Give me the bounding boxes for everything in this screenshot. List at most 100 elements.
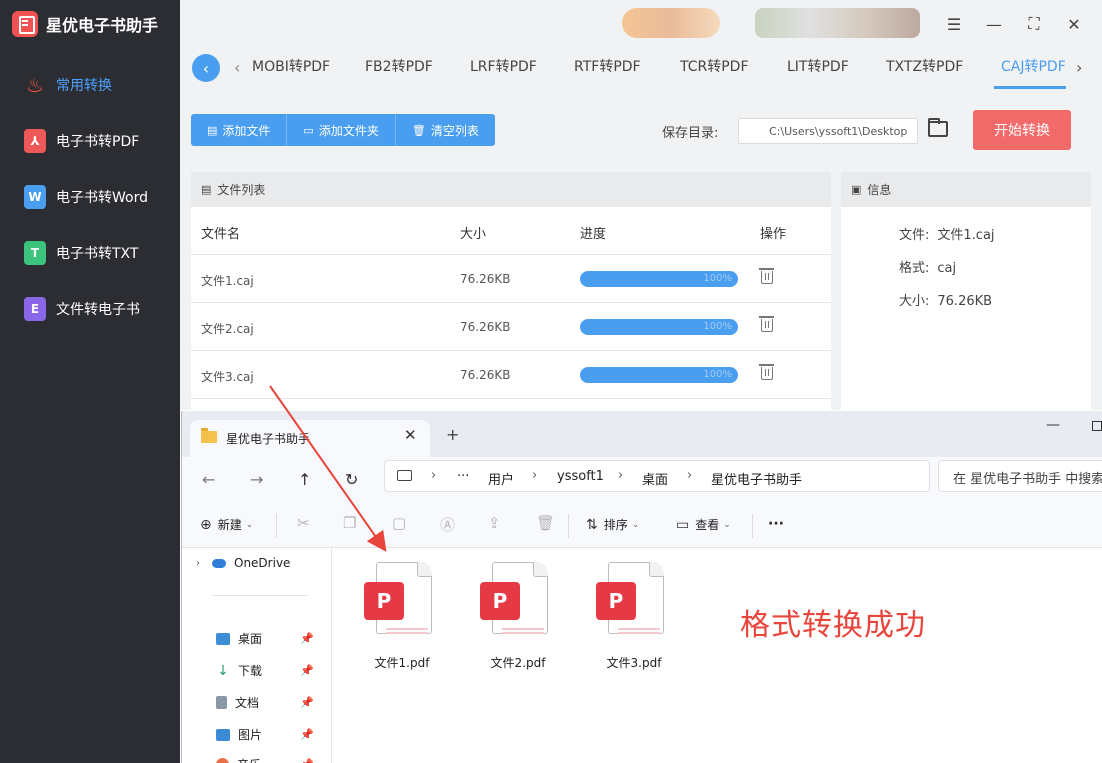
copy-icon[interactable]: ❐ xyxy=(343,514,356,532)
address-bar[interactable]: › ··· 用户 › yssoft1 › 桌面 › 星优电子书助手 xyxy=(384,460,930,492)
forward-arrow-icon[interactable]: → xyxy=(250,470,263,489)
pdf-file-item[interactable]: P 文件1.pdf xyxy=(352,562,442,672)
more-options-button[interactable]: ··· xyxy=(768,516,784,532)
nav-onedrive[interactable]: › OneDrive xyxy=(196,556,290,570)
pdf-file-item[interactable]: P 文件3.pdf xyxy=(584,562,674,672)
tab-txtz-to-pdf[interactable]: TXTZ转PDF xyxy=(886,56,963,76)
start-convert-button[interactable]: 开始转换 xyxy=(973,110,1071,150)
file-name: 文件2.caj xyxy=(201,322,254,336)
sidebar-item-ebook-to-pdf[interactable]: ⅄ 电子书转PDF xyxy=(0,119,180,163)
tab-caj-to-pdf[interactable]: CAJ转PDF xyxy=(1001,56,1066,76)
pin-icon[interactable]: 📌 xyxy=(300,664,314,677)
delete-row-icon[interactable] xyxy=(759,268,774,284)
close-tab-icon[interactable]: ✕ xyxy=(404,426,417,444)
paste-icon[interactable]: ▢ xyxy=(392,514,406,532)
ellipsis-icon[interactable]: ··· xyxy=(457,469,469,484)
table-row[interactable]: 文件1.caj 76.26KB 100% xyxy=(191,255,831,303)
explorer-minimize-button[interactable]: — xyxy=(1046,417,1060,433)
sort-button[interactable]: ⇅ 排序 ⌄ xyxy=(586,516,639,533)
refresh-icon[interactable]: ↻ xyxy=(345,470,358,489)
chevron-right-icon: › xyxy=(532,468,538,483)
add-file-button[interactable]: ▤ 添加文件 xyxy=(191,114,288,146)
rename-icon[interactable]: Ⓐ xyxy=(440,514,455,535)
progress-label: 100% xyxy=(703,321,732,332)
sidebar-item-label: 电子书转TXT xyxy=(56,246,139,262)
user-avatar-blurred[interactable] xyxy=(622,8,720,38)
breadcrumb-user[interactable]: yssoft1 xyxy=(557,469,604,484)
table-header: 文件名 大小 进度 操作 xyxy=(191,207,831,255)
up-arrow-icon[interactable]: ↑ xyxy=(298,470,311,489)
clear-list-button[interactable]: 🗑 清空列表 xyxy=(395,114,495,146)
fullscreen-button[interactable]: ⛶ xyxy=(1022,12,1046,36)
table-row[interactable]: 文件3.caj 76.26KB 100% xyxy=(191,351,831,399)
tab-lrf-to-pdf[interactable]: LRF转PDF xyxy=(470,56,537,76)
pin-icon[interactable]: 📌 xyxy=(300,632,314,645)
tabs-prev-icon[interactable]: ‹ xyxy=(234,58,240,77)
tabs-next-icon[interactable]: › xyxy=(1076,58,1082,77)
pin-icon[interactable]: 📌 xyxy=(300,696,314,709)
tab-tcr-to-pdf[interactable]: TCR转PDF xyxy=(680,56,749,76)
tab-mobi-to-pdf[interactable]: MOBI转PDF xyxy=(252,56,330,76)
delete-icon[interactable]: 🗑 xyxy=(536,514,555,532)
tab-fb2-to-pdf[interactable]: FB2转PDF xyxy=(365,56,433,76)
title-bar: ☰ — ⛶ ✕ xyxy=(180,0,1102,50)
explorer-search-input[interactable]: 在 星优电子书助手 中搜索 xyxy=(938,460,1102,492)
pdf-file-item[interactable]: P 文件2.pdf xyxy=(468,562,558,672)
info-file-label: 文件: xyxy=(899,228,930,243)
sort-label: 排序 xyxy=(603,518,628,532)
pdf-lines xyxy=(502,628,544,630)
explorer-maximize-button[interactable] xyxy=(1092,421,1102,431)
info-size-label: 大小: xyxy=(899,294,930,309)
nav-label: 下载 xyxy=(238,664,263,678)
back-arrow-icon[interactable]: ← xyxy=(202,470,215,489)
info-size-value: 76.26KB xyxy=(937,294,993,309)
sidebar-item-ebook-to-word[interactable]: W 电子书转Word xyxy=(0,175,180,219)
chevron-down-icon: ⌄ xyxy=(245,519,254,530)
sidebar-item-file-to-ebook[interactable]: E 文件转电子书 xyxy=(0,287,180,331)
sidebar-item-ebook-to-txt[interactable]: T 电子书转TXT xyxy=(0,231,180,275)
nav-documents[interactable]: 文档 xyxy=(216,694,259,711)
breadcrumb-users[interactable]: 用户 xyxy=(488,469,514,488)
add-folder-button[interactable]: ▭ 添加文件夹 xyxy=(287,114,396,146)
settings-sliders-icon[interactable]: ☰ xyxy=(942,12,966,36)
pdf-lines xyxy=(618,628,660,630)
nav-downloads[interactable]: ↓ 下载 xyxy=(216,662,262,679)
tab-lit-to-pdf[interactable]: LIT转PDF xyxy=(787,56,849,76)
tab-rtf-to-pdf[interactable]: RTF转PDF xyxy=(574,56,641,76)
share-icon[interactable]: ⇪ xyxy=(488,514,501,532)
explorer-tab[interactable]: 星优电子书助手 ✕ xyxy=(190,420,430,457)
view-button[interactable]: ▭ 查看 ⌄ xyxy=(676,516,731,533)
nav-pictures[interactable]: 图片 xyxy=(216,726,262,743)
delete-row-icon[interactable] xyxy=(759,316,774,332)
info-file-value: 文件1.caj xyxy=(937,228,995,243)
file-size: 76.26KB xyxy=(460,320,511,334)
chevron-right-icon: › xyxy=(618,468,624,483)
user-info-blurred[interactable] xyxy=(755,8,920,38)
table-row[interactable]: 文件2.caj 76.26KB 100% xyxy=(191,303,831,351)
nav-music[interactable]: 音乐 xyxy=(216,756,261,763)
app-brand: 星优电子书助手 xyxy=(12,10,158,38)
breadcrumb-folder[interactable]: 星优电子书助手 xyxy=(711,469,802,488)
clear-list-label: 清空列表 xyxy=(430,123,479,138)
nav-label: OneDrive xyxy=(234,556,291,570)
tabs-scroll-area: MOBI转PDF FB2转PDF LRF转PDF RTF转PDF TCR转PDF… xyxy=(252,50,1072,90)
info-format-value: caj xyxy=(937,261,957,276)
close-button[interactable]: ✕ xyxy=(1062,12,1086,36)
delete-row-icon[interactable] xyxy=(759,364,774,380)
explorer-nav-pane: › OneDrive 桌面 📌 ↓ 下载 📌 文档 📌 图片 📌 音乐 📌 xyxy=(182,548,332,763)
new-label: 新建 xyxy=(217,518,242,532)
new-button[interactable]: ⊕ 新建 ⌄ xyxy=(200,516,253,533)
back-button[interactable]: ‹ xyxy=(192,54,220,82)
folder-browse-icon[interactable] xyxy=(928,118,948,137)
save-dir-input[interactable]: C:\Users\yssoft1\Desktop xyxy=(738,118,918,144)
sidebar-item-common[interactable]: ♨ 常用转换 xyxy=(0,63,180,107)
progress-label: 100% xyxy=(703,273,732,284)
minimize-button[interactable]: — xyxy=(982,12,1006,36)
nav-desktop[interactable]: 桌面 xyxy=(216,630,262,647)
cut-icon[interactable]: ✂ xyxy=(297,514,310,532)
col-name: 文件名 xyxy=(201,227,241,242)
pin-icon[interactable]: 📌 xyxy=(300,758,314,763)
pin-icon[interactable]: 📌 xyxy=(300,728,314,741)
breadcrumb-desktop[interactable]: 桌面 xyxy=(642,469,668,488)
new-tab-icon[interactable]: + xyxy=(446,425,459,444)
